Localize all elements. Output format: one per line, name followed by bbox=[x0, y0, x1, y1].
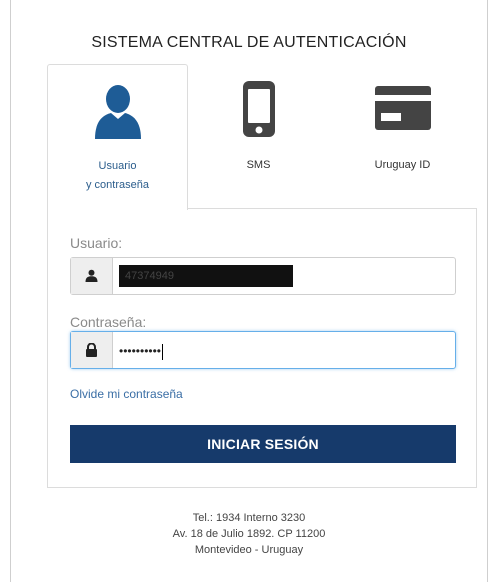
password-field[interactable]: •••••••••• bbox=[70, 331, 456, 369]
tab-uruguay-id-label: Uruguay ID bbox=[374, 159, 431, 171]
usuario-value-redacted: 47374949 bbox=[119, 265, 293, 287]
footer-city: Montevideo - Uruguay bbox=[194, 544, 304, 556]
phone-icon bbox=[242, 81, 275, 137]
lock-icon bbox=[86, 343, 97, 357]
tab-sms-label: SMS bbox=[246, 159, 271, 171]
usuario-value: 47374949 bbox=[125, 270, 174, 282]
user-icon bbox=[94, 85, 141, 139]
footer-contact: Tel.: 1934 Interno 3230 Av. 18 de Julio … bbox=[0, 510, 498, 558]
password-label: Contraseña: bbox=[70, 314, 147, 330]
usuario-addon bbox=[71, 258, 113, 294]
tab-usuario-label-line1: Usuario bbox=[98, 160, 137, 172]
tab-usuario-label-line2: y contraseña bbox=[86, 179, 149, 191]
usuario-field[interactable]: 47374949 bbox=[70, 257, 456, 295]
user-icon bbox=[85, 269, 98, 282]
password-addon bbox=[71, 332, 113, 368]
text-caret bbox=[162, 343, 164, 360]
forgot-password-link[interactable]: Olvide mi contraseña bbox=[70, 387, 183, 401]
tab-usuario-label: Usuario y contraseña bbox=[48, 157, 187, 195]
footer-phone: Tel.: 1934 Interno 3230 bbox=[192, 512, 306, 524]
tab-usuario[interactable]: Usuario y contraseña bbox=[47, 64, 188, 210]
tab-uruguay-id[interactable]: Uruguay ID bbox=[329, 64, 476, 209]
footer-address: Av. 18 de Julio 1892. CP 11200 bbox=[172, 528, 326, 540]
password-value: •••••••••• bbox=[119, 344, 162, 358]
page-title: SISTEMA CENTRAL DE AUTENTICACIÓN bbox=[91, 34, 407, 51]
tab-sms[interactable]: SMS bbox=[188, 64, 329, 209]
password-input[interactable]: •••••••••• bbox=[119, 341, 447, 361]
login-button[interactable]: INICIAR SESIÓN bbox=[70, 425, 456, 463]
id-card-icon bbox=[374, 86, 431, 130]
usuario-label: Usuario: bbox=[70, 235, 123, 251]
